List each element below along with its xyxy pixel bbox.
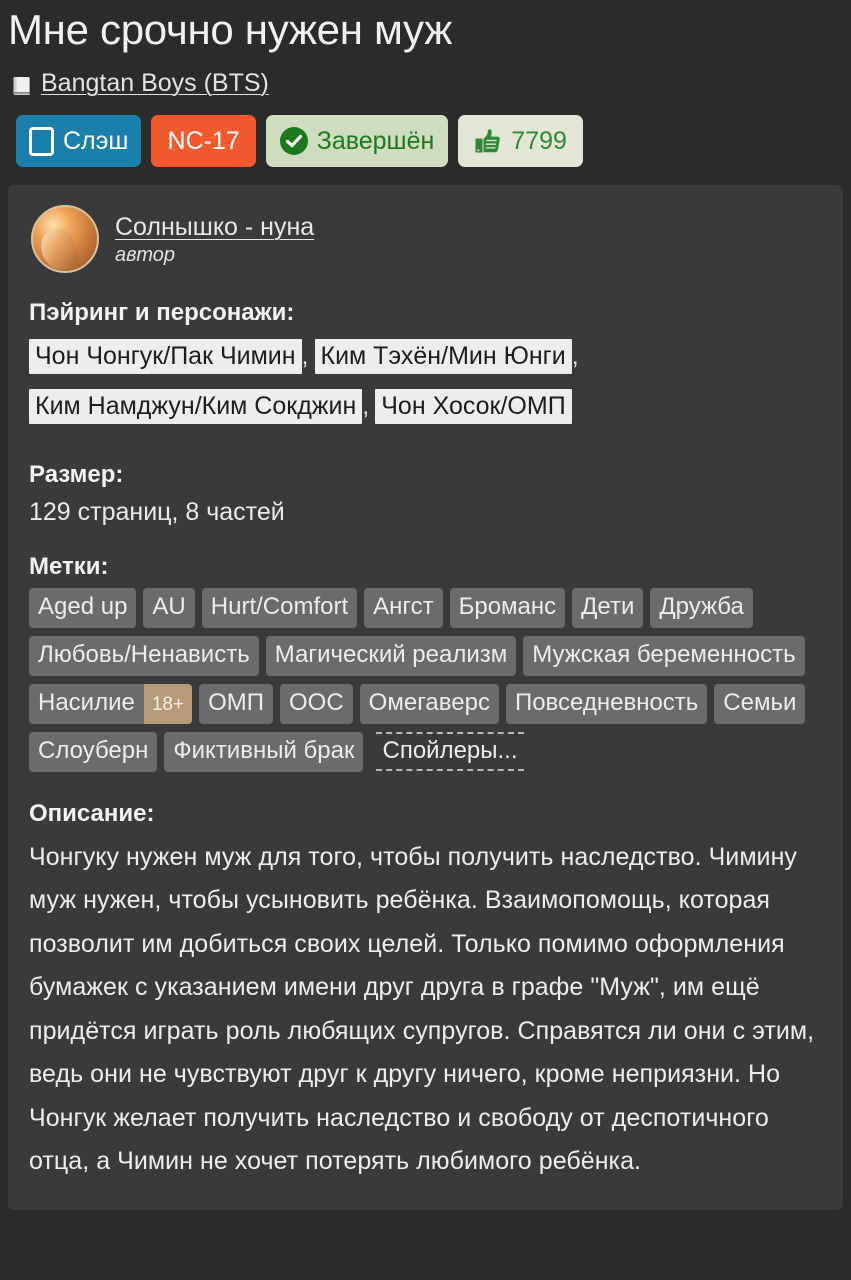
tags-heading: Метки: xyxy=(29,552,109,580)
tag-label: Насилие xyxy=(38,689,135,717)
tag[interactable]: Броманс xyxy=(449,588,566,629)
size-value: 129 страниц, 8 частей xyxy=(29,497,285,526)
badge-rating[interactable]: NC-17 xyxy=(151,115,256,168)
badge-category[interactable]: Слэш xyxy=(16,115,142,168)
check-circle-icon xyxy=(279,127,308,156)
tag[interactable]: Дружба xyxy=(650,588,753,629)
badge-status[interactable]: Завершён xyxy=(265,115,449,168)
avatar[interactable] xyxy=(31,205,99,274)
tag-label: Aged up xyxy=(38,593,128,621)
tag[interactable]: Aged up xyxy=(29,588,137,629)
pairing-separator: , xyxy=(301,341,309,370)
tag[interactable]: AU xyxy=(143,588,195,629)
pairing-chip[interactable]: Ким Намджун/Ким Сокджин xyxy=(29,388,363,425)
work-details-card: Солнышко - нуна автор Пэйринг и персонаж… xyxy=(8,185,843,1210)
tag-label: ОМП xyxy=(208,689,264,717)
tag-label: Слоуберн xyxy=(38,737,149,765)
tag[interactable]: Hurt/Comfort xyxy=(201,588,358,629)
tag-label: Фиктивный брак xyxy=(173,737,355,765)
section-size: Размер: 129 страниц, 8 частей xyxy=(26,461,825,527)
pairing-separator: , xyxy=(362,391,370,420)
description-text: Чонгуку нужен муж для того, чтобы получи… xyxy=(29,842,815,1176)
section-tags: Метки: Aged up AU Hurt/Comfort Ангст Броманс… xyxy=(26,553,825,773)
badge-likes[interactable]: 7799 xyxy=(458,115,583,168)
tag-label: Броманс xyxy=(458,593,557,621)
tag-label: Дружба xyxy=(659,593,744,621)
badge-likes-count: 7799 xyxy=(511,126,567,155)
tag-label: AU xyxy=(152,593,186,621)
pairing-chip[interactable]: Чон Хосок/ОМП xyxy=(375,388,572,425)
fandom-link[interactable]: Bangtan Boys (BTS) xyxy=(41,69,269,98)
pairings-heading: Пэйринг и персонажи: xyxy=(29,299,295,327)
size-heading: Размер: xyxy=(29,460,124,488)
section-description: Описание: Чонгуку нужен муж для того, чт… xyxy=(26,800,825,1184)
author-row: Солнышко - нуна автор xyxy=(26,203,825,274)
section-pairings: Пэйринг и персонажи: Чон Чонгук/Пак Чими… xyxy=(26,299,825,435)
tag[interactable]: Фиктивный брак xyxy=(164,732,364,773)
tag[interactable]: Дети xyxy=(572,588,644,629)
description-heading: Описание: xyxy=(29,800,155,828)
tag[interactable]: Омегаверс xyxy=(359,684,499,725)
fandom-row: Bangtan Boys (BTS) xyxy=(8,69,841,98)
tag-label: Дети xyxy=(581,593,635,621)
tag[interactable]: Любовь/Ненависть xyxy=(29,636,259,677)
tag-label: Любовь/Ненависть xyxy=(38,641,250,669)
tag[interactable]: Мужская беременность xyxy=(523,636,805,677)
badge-status-label: Завершён xyxy=(316,126,435,155)
page-title: Мне срочно нужен муж xyxy=(8,6,453,53)
tag-age-suffix: 18+ xyxy=(143,684,193,725)
tag-label: Спойлеры... xyxy=(382,737,518,765)
pairings-list: Чон Чонгук/Пак Чимин, Ким Тэхён/Мин Юнги… xyxy=(29,335,825,435)
thumbs-up-icon xyxy=(474,127,502,155)
tag[interactable]: Насилие 18+ xyxy=(29,684,193,725)
square-outline-icon xyxy=(29,126,54,156)
tag[interactable]: ОМП xyxy=(199,684,273,725)
tag-label: ООС xyxy=(289,689,344,717)
tag[interactable]: Повседневность xyxy=(505,684,708,725)
work-header: Мне срочно нужен муж Bangtan Boys (BTS) … xyxy=(0,0,851,168)
tag[interactable]: ООС xyxy=(280,684,353,725)
tag[interactable]: Магический реализм xyxy=(265,636,517,677)
tag-label: Омегаверс xyxy=(368,689,490,717)
tag-label: Мужская беременность xyxy=(532,641,796,669)
work-page: Мне срочно нужен муж Bangtan Boys (BTS) … xyxy=(0,0,851,1280)
tag[interactable]: Ангст xyxy=(364,588,443,629)
tag-label: Hurt/Comfort xyxy=(210,593,349,621)
tags-list: Aged up AU Hurt/Comfort Ангст Броманс Дети Дру… xyxy=(29,588,825,773)
pairing-chip[interactable]: Ким Тэхён/Мин Юнги xyxy=(314,338,572,375)
book-icon xyxy=(11,75,33,97)
tag[interactable]: Семьи xyxy=(714,684,806,725)
author-link[interactable]: Солнышко - нуна xyxy=(115,213,314,242)
author-role: автор xyxy=(115,243,176,266)
work-badges: Слэш NC-17 Завершён 7799 xyxy=(8,115,841,168)
tag-spoilers[interactable]: Спойлеры... xyxy=(376,732,524,772)
tag-label: Ангст xyxy=(373,593,434,621)
badge-rating-label: NC-17 xyxy=(167,126,240,155)
tag[interactable]: Слоуберн xyxy=(29,732,158,773)
badge-category-label: Слэш xyxy=(63,126,129,155)
author-meta: Солнышко - нуна автор xyxy=(115,213,314,266)
pairing-chip[interactable]: Чон Чонгук/Пак Чимин xyxy=(29,338,302,375)
tag-label: Повседневность xyxy=(514,689,699,717)
pairing-separator: , xyxy=(571,341,579,370)
tag-label: Магический реализм xyxy=(274,641,508,669)
tag-label: Семьи xyxy=(723,689,797,717)
